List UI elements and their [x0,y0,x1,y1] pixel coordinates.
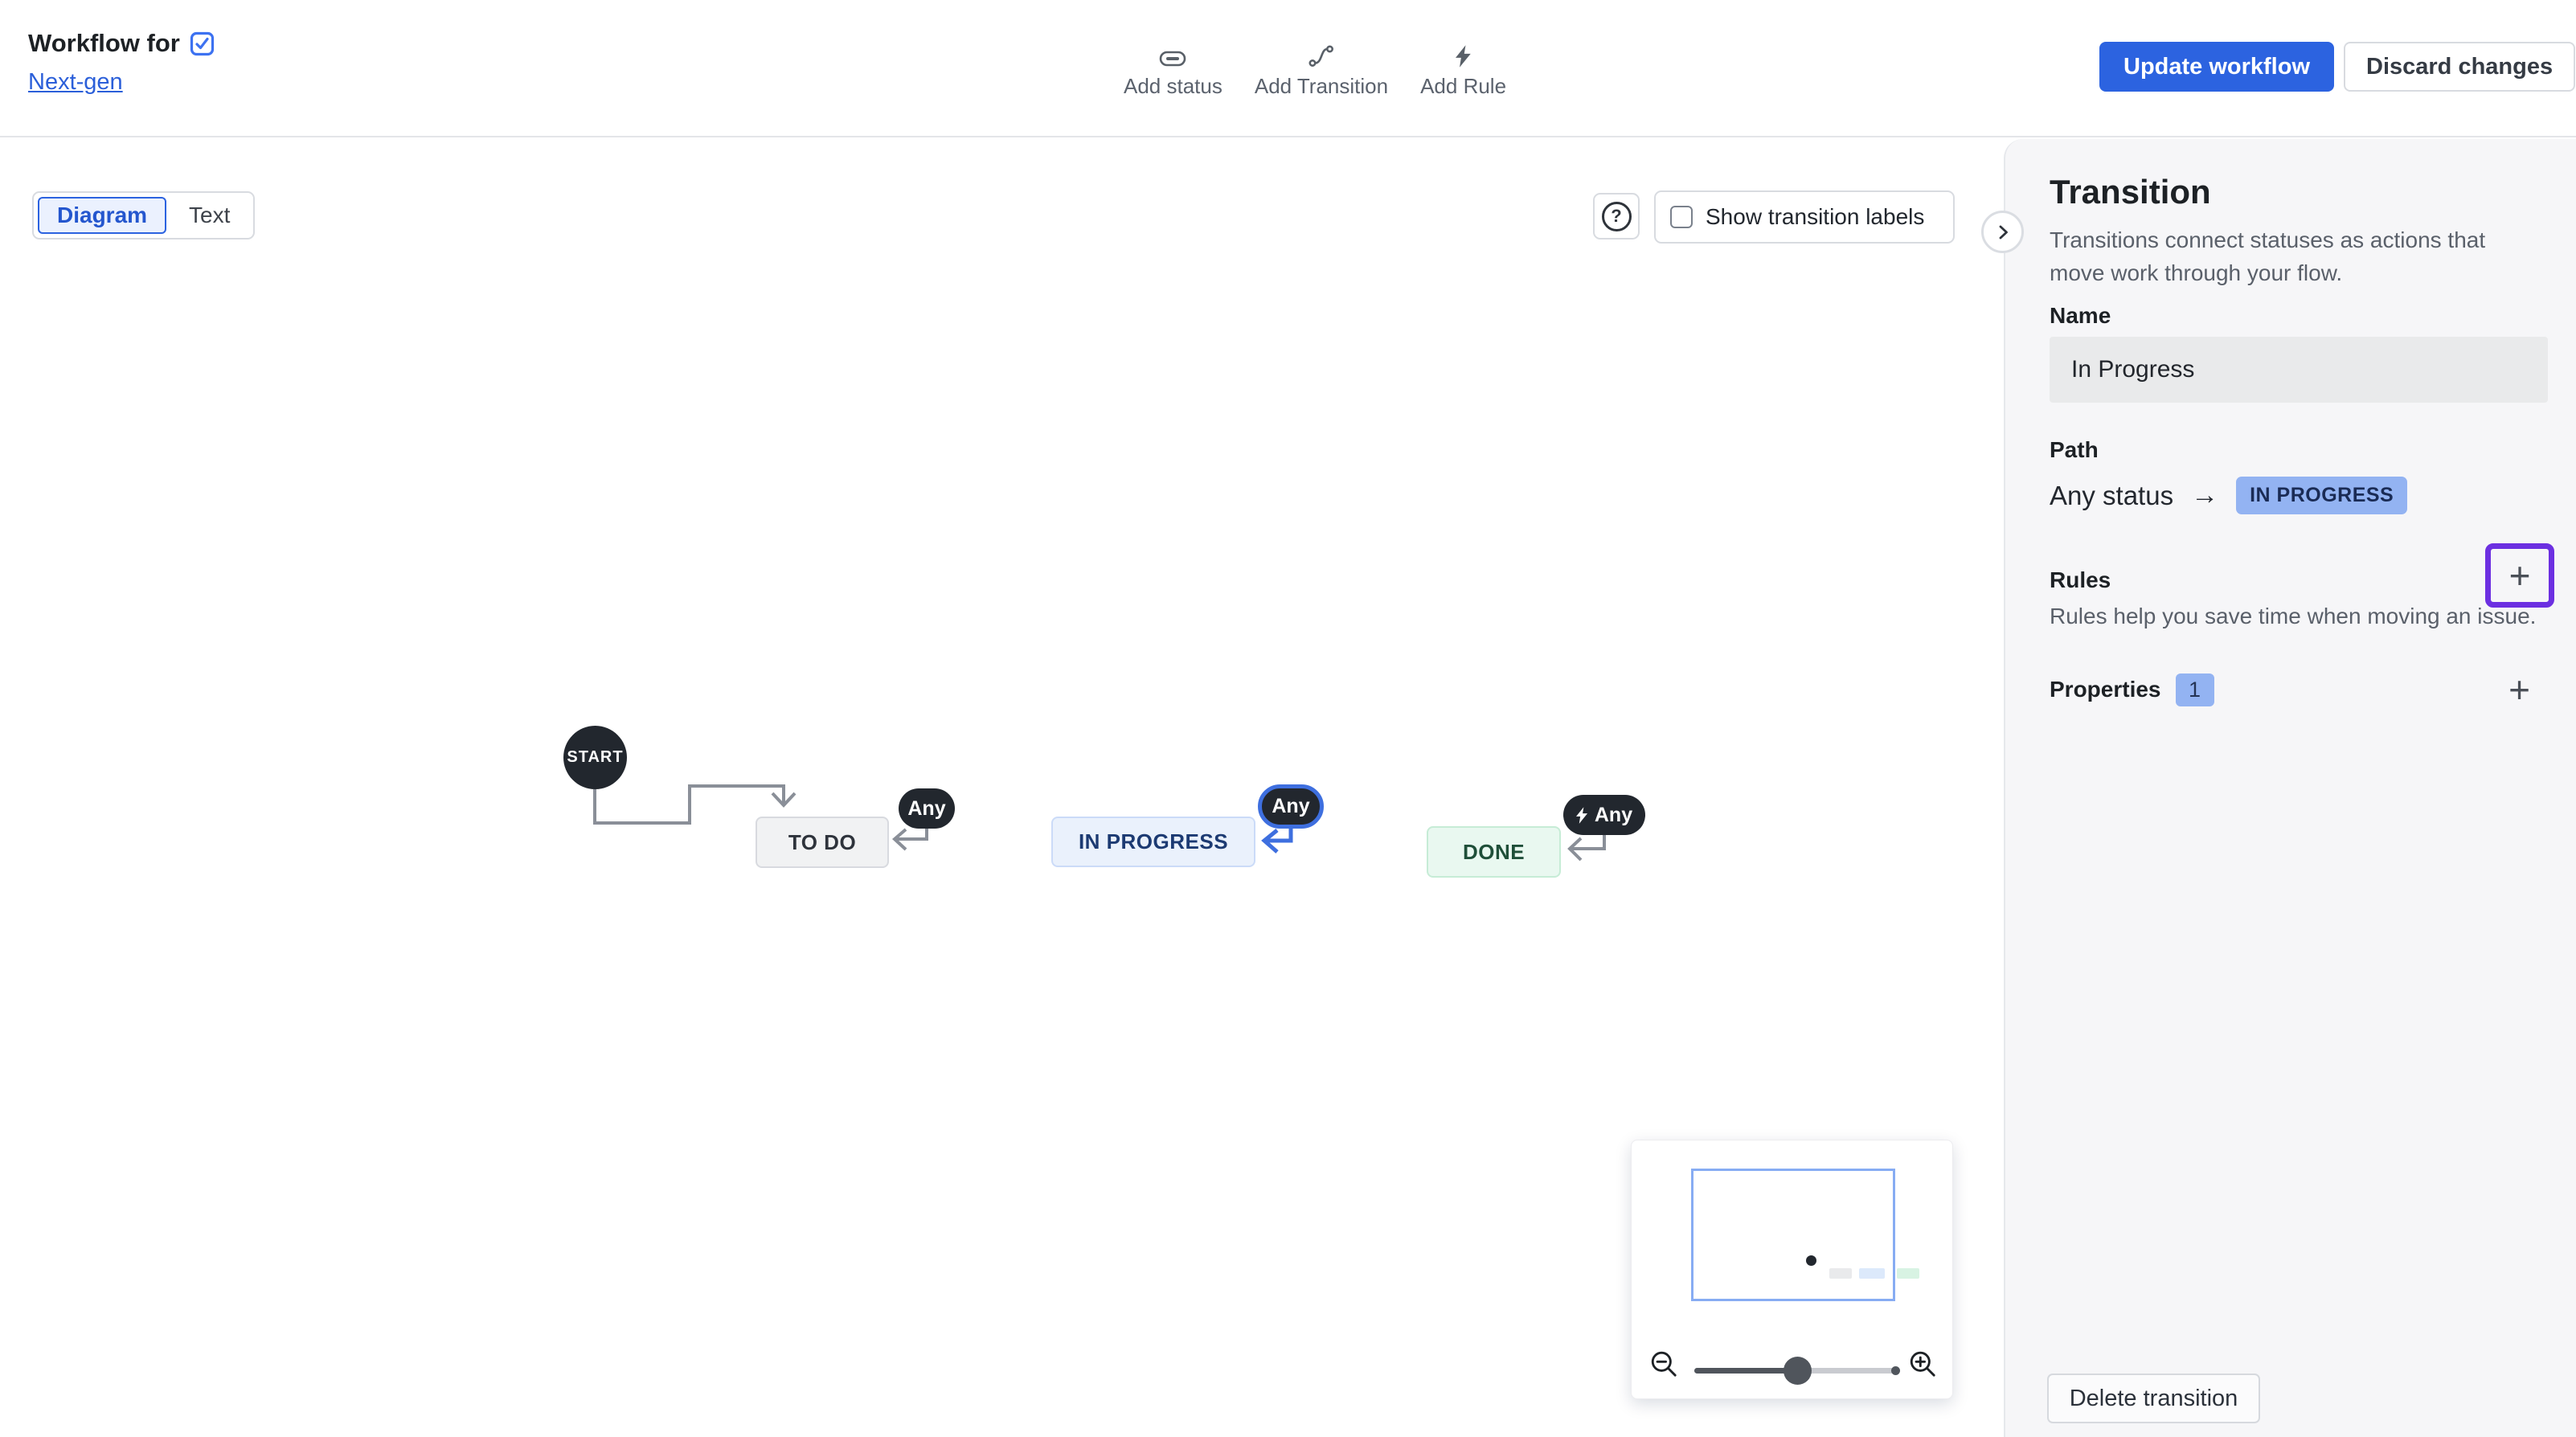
minimap-done-node [1897,1268,1919,1279]
path-from-status: Any status [2050,481,2173,511]
add-transition-button[interactable]: Add Transition [1255,34,1388,99]
project-link[interactable]: Next-gen [28,69,123,96]
name-label: Name [2050,303,2111,329]
zoom-slider-fill [1694,1368,1797,1374]
project-avatar-checkbox-icon [190,31,215,56]
workflow-canvas[interactable]: Diagram Text ? Show transition labels [0,139,2004,1437]
minimap-in-progress-node [1859,1268,1885,1279]
path-row: Any status → IN PROGRESS [2050,477,2407,514]
view-toggle: Diagram Text [32,191,255,240]
node-todo[interactable]: TO DO [756,817,889,868]
properties-row: Properties 1 + [2050,671,2540,708]
node-done[interactable]: DONE [1427,826,1561,878]
arrow-right-icon: → [2191,480,2218,511]
properties-count-badge: 1 [2176,673,2214,706]
add-rule-label: Add Rule [1420,74,1506,99]
rules-label: Rules [2050,567,2111,593]
status-lozenge-icon [1159,34,1186,68]
page-title: Workflow for [28,29,180,58]
show-transition-labels-checkbox[interactable] [1670,206,1693,228]
panel-title: Transition [2050,173,2211,211]
add-status-button[interactable]: Add status [1124,34,1222,99]
add-property-plus-button[interactable]: + [2508,671,2530,708]
plus-icon: + [2509,557,2531,594]
help-button[interactable]: ? [1593,193,1640,240]
workflow-editor-app: Workflow for Next-gen Add sta [0,0,2576,1437]
transition-connector-icon [1308,34,1334,68]
node-start[interactable]: START [563,726,627,789]
transition-pill-label: Any [1595,804,1632,827]
lightning-icon [1576,807,1588,824]
discard-changes-button[interactable]: Discard changes [2344,42,2575,92]
path-to-status-badge: IN PROGRESS [2236,477,2407,514]
tab-diagram[interactable]: Diagram [38,197,166,234]
title-block: Workflow for Next-gen [28,29,215,96]
rules-description: Rules help you save time when moving an … [2050,604,2536,629]
transition-pill-any-todo[interactable]: Any [899,788,955,829]
transition-pill-any-done[interactable]: Any [1563,795,1645,835]
minimap-todo-node [1829,1268,1852,1279]
lightning-icon [1456,34,1472,68]
panel-collapse-button[interactable] [1981,211,2024,253]
question-mark-icon: ? [1602,202,1632,231]
path-label: Path [2050,437,2099,463]
app-header: Workflow for Next-gen Add sta [0,0,2576,137]
transition-pill-any-in-progress-selected[interactable]: Any [1258,784,1324,829]
properties-label: Properties [2050,677,2161,702]
update-workflow-button[interactable]: Update workflow [2099,42,2334,92]
minimap-start-node [1806,1255,1816,1266]
transition-detail-panel: Transition Transitions connect statuses … [2004,139,2576,1437]
show-transition-labels-label: Show transition labels [1706,204,1924,230]
minimap-viewport[interactable] [1691,1169,1895,1301]
zoom-slider-end-dot [1891,1366,1900,1375]
add-rule-plus-button-highlighted[interactable]: + [2485,543,2554,608]
minimap [1631,1140,1953,1399]
add-rule-button[interactable]: Add Rule [1420,34,1506,99]
transition-name-input[interactable] [2050,337,2548,403]
zoom-slider-thumb[interactable] [1784,1357,1812,1385]
header-toolbar: Add status Add Transition [1124,34,1506,99]
show-transition-labels-control: Show transition labels [1654,190,1955,244]
add-status-label: Add status [1124,74,1222,99]
tab-text[interactable]: Text [170,197,249,234]
panel-description: Transitions connect statuses as actions … [2050,224,2532,289]
plus-icon: + [2508,669,2530,710]
zoom-in-icon[interactable] [1908,1349,1939,1384]
chevron-right-icon [1992,222,2013,243]
delete-transition-button[interactable]: Delete transition [2047,1374,2260,1423]
zoom-slider[interactable] [1694,1368,1898,1374]
zoom-out-icon[interactable] [1649,1349,1680,1384]
node-in-progress[interactable]: IN PROGRESS [1051,817,1255,867]
add-transition-label: Add Transition [1255,74,1388,99]
